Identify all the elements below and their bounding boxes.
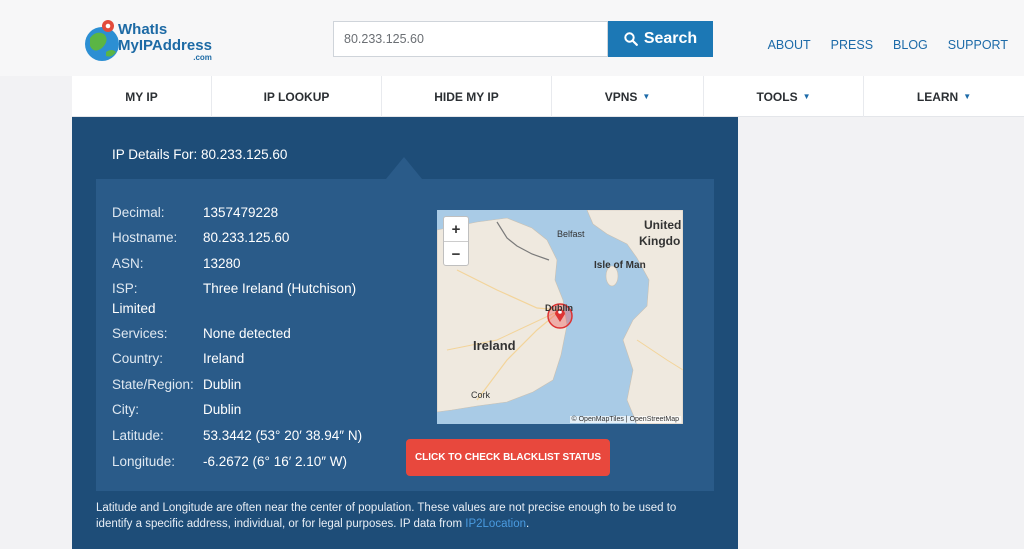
nav-ip-lookup[interactable]: IP LOOKUP bbox=[212, 76, 382, 117]
nav-vpns[interactable]: VPNS ▼ bbox=[552, 76, 704, 117]
map-label-united: United bbox=[644, 218, 682, 232]
zoom-out-button[interactable]: − bbox=[444, 242, 468, 267]
site-logo[interactable]: WhatIs MyIPAddress .com bbox=[84, 16, 254, 70]
search-button[interactable]: Search bbox=[608, 21, 713, 57]
globe-icon bbox=[85, 20, 119, 61]
map-label-kingdom: Kingdo bbox=[639, 234, 681, 248]
check-blacklist-button[interactable]: CLICK TO CHECK BLACKLIST STATUS bbox=[406, 439, 610, 476]
top-links: ABOUT PRESS BLOG SUPPORT bbox=[768, 38, 1008, 52]
search-input[interactable] bbox=[333, 21, 608, 57]
map-zoom-control: + − bbox=[443, 216, 469, 266]
panel-notch bbox=[386, 157, 422, 179]
nav-hide-my-ip[interactable]: HIDE MY IP bbox=[382, 76, 552, 117]
chevron-down-icon: ▼ bbox=[642, 92, 651, 101]
nav-learn[interactable]: LEARN ▼ bbox=[864, 76, 1024, 117]
map-label-cork: Cork bbox=[471, 390, 491, 400]
map-label-dublin: Dublin bbox=[545, 303, 573, 313]
ip-details-heading: IP Details For: 80.233.125.60 bbox=[112, 147, 288, 162]
disclaimer-note: Latitude and Longitude are often near th… bbox=[96, 502, 677, 530]
press-link[interactable]: PRESS bbox=[831, 38, 873, 52]
map-label-belfast: Belfast bbox=[557, 229, 585, 239]
location-map[interactable]: + − Belfast United Kingdo Isle of Man Du… bbox=[437, 210, 683, 424]
support-link[interactable]: SUPPORT bbox=[948, 38, 1008, 52]
chevron-down-icon: ▼ bbox=[802, 92, 811, 101]
nav-my-ip[interactable]: MY IP bbox=[72, 76, 212, 117]
map-label-ireland: Ireland bbox=[473, 338, 516, 353]
zoom-in-button[interactable]: + bbox=[444, 217, 468, 242]
about-link[interactable]: ABOUT bbox=[768, 38, 811, 52]
search-icon bbox=[624, 32, 638, 46]
ip2location-link[interactable]: IP2Location bbox=[465, 518, 526, 530]
main-nav: MY IP IP LOOKUP HIDE MY IP VPNS ▼ TOOLS ▼ … bbox=[72, 76, 1024, 117]
map-label-isle-of-man: Isle of Man bbox=[594, 260, 646, 271]
ip-details-panel: IP Details For: 80.233.125.60 Decimal: 1… bbox=[72, 117, 738, 549]
header: WhatIs MyIPAddress .com Search ABOUT PRE… bbox=[0, 0, 1024, 76]
details-box: Decimal: 1357479228 Hostname: 80.233.125… bbox=[96, 179, 714, 491]
logo-text: WhatIs MyIPAddress .com bbox=[118, 21, 212, 62]
blog-link[interactable]: BLOG bbox=[893, 38, 928, 52]
map-attribution[interactable]: © OpenMapTiles | OpenStreetMap bbox=[569, 416, 681, 423]
search-bar: Search bbox=[333, 21, 713, 57]
search-button-label: Search bbox=[643, 30, 698, 47]
nav-tools[interactable]: TOOLS ▼ bbox=[704, 76, 864, 117]
chevron-down-icon: ▼ bbox=[963, 92, 972, 101]
